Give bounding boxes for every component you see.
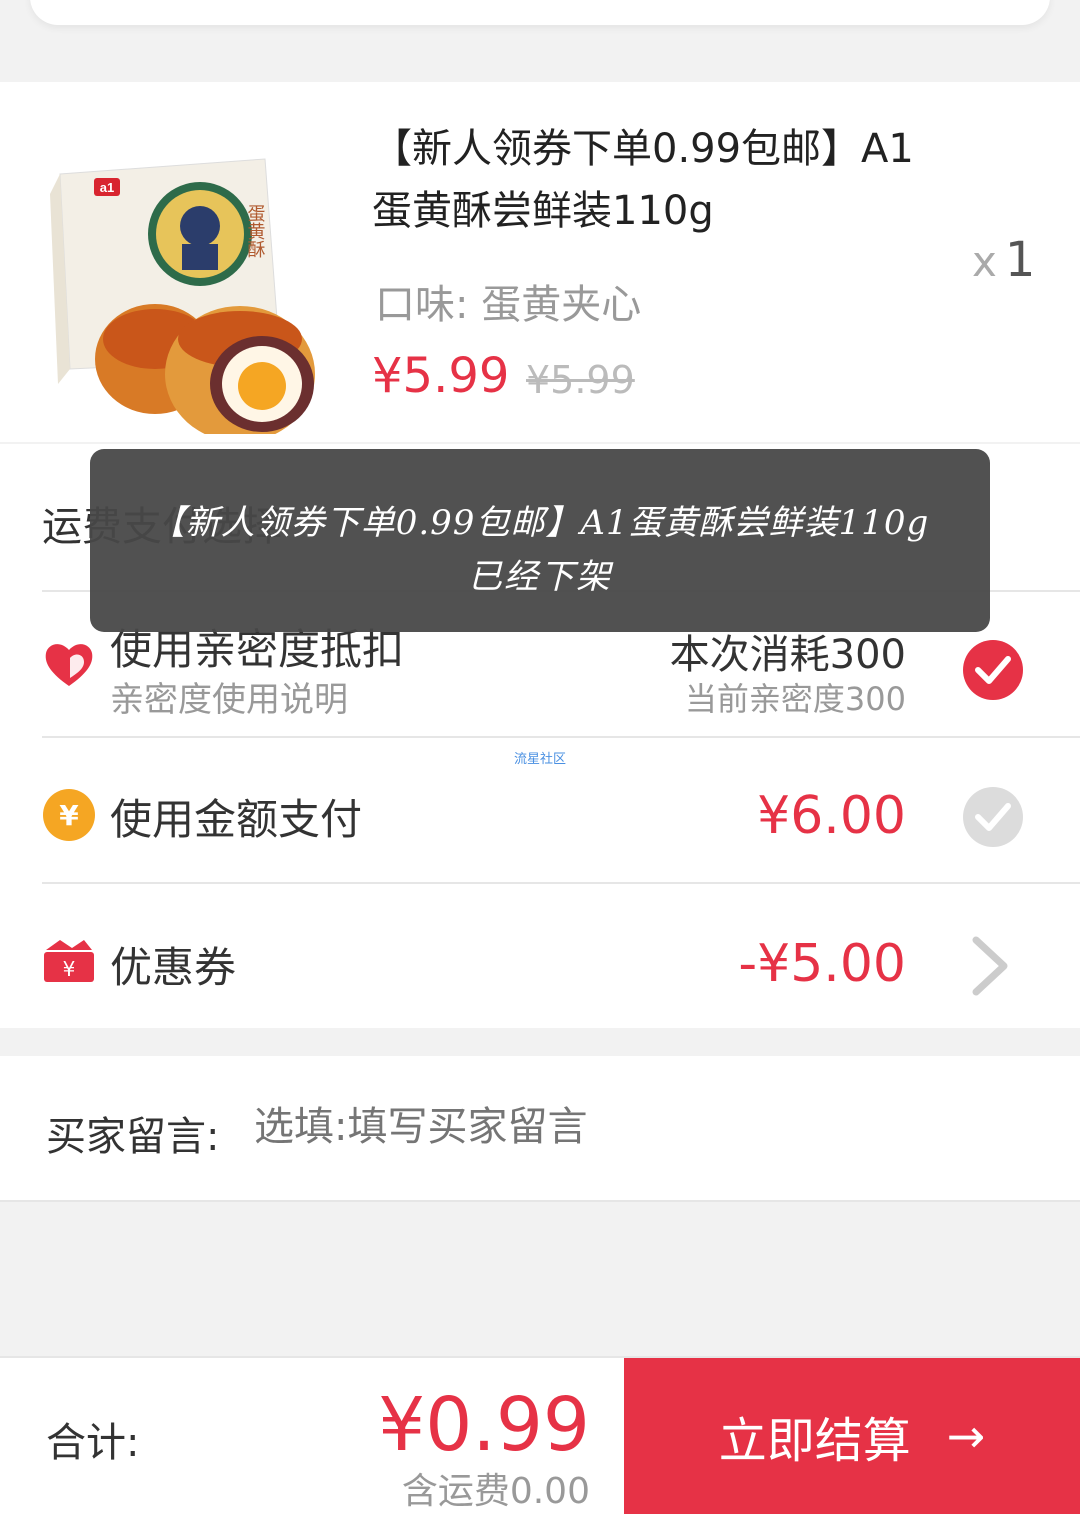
- product-card[interactable]: a1 蛋黄酥 【新人领券下单0.99包邮】A1蛋黄酥尝鲜装110g 口味: 蛋黄…: [0, 82, 1080, 442]
- product-flavor: 口味: 蛋黄夹心: [375, 282, 642, 328]
- message-label: 买家留言:: [46, 1114, 220, 1160]
- watermark-text: 流星社区: [514, 752, 567, 767]
- balance-checkbox[interactable]: [963, 787, 1023, 847]
- product-quantity: x1: [972, 232, 1035, 288]
- shipping-fee: 含运费0.00: [401, 1471, 590, 1512]
- svg-text:¥: ¥: [63, 957, 76, 981]
- buyer-message: 买家留言:: [0, 1056, 1080, 1202]
- total-label: 合计:: [46, 1420, 140, 1466]
- coupon-amount: -¥5.00: [738, 934, 906, 994]
- check-icon: [975, 803, 1011, 831]
- check-icon: [975, 656, 1011, 684]
- quantity-value: 1: [1004, 232, 1036, 288]
- toast-message: 【新人领券下单0.99包邮】A1蛋黄酥尝鲜装110g 已经下架: [90, 449, 990, 632]
- checkout-bar: 合计: ¥0.99 含运费0.00 立即结算 →: [0, 1356, 1080, 1514]
- quantity-symbol: x: [972, 237, 997, 286]
- previous-card: [30, 0, 1050, 25]
- checkout-button[interactable]: 立即结算 →: [624, 1358, 1080, 1514]
- message-input[interactable]: [252, 1096, 1036, 1158]
- intimacy-current: 当前亲密度300: [684, 680, 906, 718]
- heart-icon: [42, 638, 96, 692]
- coupon-label: 优惠券: [110, 943, 237, 992]
- divider: [42, 736, 1080, 738]
- toast-line-1: 【新人领券下单0.99包邮】A1蛋黄酥尝鲜装110g: [150, 503, 930, 543]
- balance-label: 使用金额支付: [110, 795, 363, 844]
- total-price: ¥0.99: [378, 1382, 590, 1468]
- divider: [42, 882, 1080, 884]
- checkout-label: 立即结算: [718, 1413, 911, 1469]
- balance-amount: ¥6.00: [757, 786, 906, 846]
- product-title[interactable]: 【新人领券下单0.99包邮】A1蛋黄酥尝鲜装110g: [372, 118, 952, 242]
- svg-text:¥: ¥: [59, 799, 79, 832]
- product-image[interactable]: a1 蛋黄酥: [50, 134, 320, 442]
- arrow-right-icon: →: [946, 1409, 986, 1463]
- intimacy-checkbox[interactable]: [963, 640, 1023, 700]
- toast-line-2: 已经下架: [468, 557, 612, 597]
- product-original-price: ¥5.99: [526, 358, 635, 402]
- yuan-coin-icon: ¥: [42, 788, 96, 842]
- svg-text:a1: a1: [100, 180, 114, 195]
- svg-text:蛋黄酥: 蛋黄酥: [245, 204, 266, 258]
- coupon-icon: ¥: [42, 936, 96, 986]
- product-price: ¥5.99: [372, 348, 510, 404]
- chevron-right-icon[interactable]: [968, 934, 1012, 998]
- intimacy-help-link[interactable]: 亲密度使用说明: [110, 672, 348, 721]
